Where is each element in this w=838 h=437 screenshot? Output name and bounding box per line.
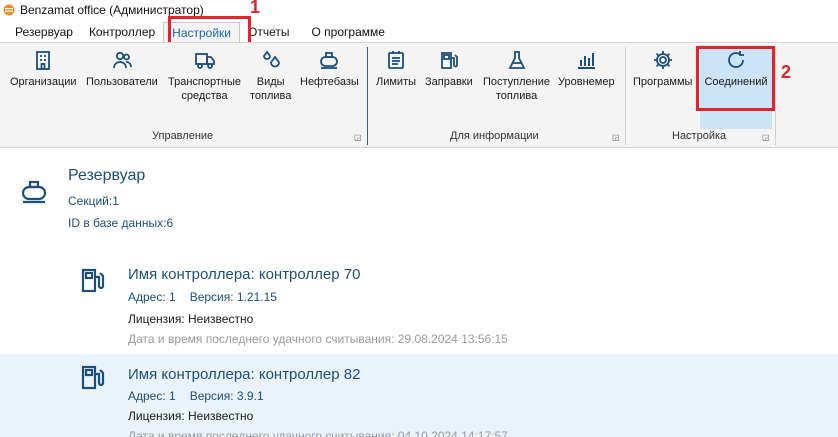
controller-license: Лицензия: Неизвестно: [128, 409, 254, 423]
flask-icon: [508, 51, 525, 69]
users-icon: [112, 51, 132, 69]
bar-chart-icon: [578, 53, 596, 69]
controller-address: Адрес: 1: [128, 290, 176, 304]
controller-address-version: Адрес: 1 Версия: 3.9.1: [128, 389, 264, 403]
group-label-setup: Настройка: [672, 130, 727, 142]
controller-license: Лицензия: Неизвестно: [128, 312, 254, 326]
fuel-pump-icon: [81, 365, 105, 390]
fuel-receipt-label: Поступление: [483, 76, 551, 88]
fuel-receipt-button[interactable]: Поступление топлива: [483, 49, 550, 103]
setup-launcher-icon[interactable]: ◲: [762, 133, 770, 142]
vehicles-label-2: средства: [181, 90, 228, 102]
gear-icon: [653, 51, 672, 69]
group-separator: [367, 47, 368, 145]
group-separator: [625, 47, 626, 145]
controller-title: Имя контроллера: контроллер 70: [128, 266, 361, 283]
limits-button[interactable]: Лимиты: [376, 49, 416, 89]
controller-item[interactable]: Имя контроллера: контроллер 82 Адрес: 1 В…: [0, 354, 838, 437]
organizations-label: Организации: [10, 76, 77, 88]
reservoir-db-id: ID в базе данных:6: [68, 216, 174, 230]
annotation-number-2: 2: [781, 62, 792, 82]
truck-icon: [194, 53, 215, 69]
vehicles-label: Транспортные: [168, 76, 241, 88]
menu-tabs: Резервуар Контроллер Настройки Отчеты О …: [0, 22, 838, 42]
tab-reservoir[interactable]: Резервуар: [7, 22, 81, 42]
controller-item[interactable]: Имя контроллера: контроллер 70 Адрес: 1 В…: [0, 257, 838, 347]
reservoir-sections: Секций:1: [68, 194, 119, 208]
fuel-drops-icon: [262, 50, 280, 68]
fuel-pump-icon: [440, 52, 458, 69]
annotation-number-1: 1: [250, 0, 261, 17]
limits-label: Лимиты: [376, 76, 417, 88]
fuel-receipt-label-2: топлива: [495, 90, 538, 102]
organizations-button[interactable]: Организации: [10, 49, 77, 89]
info-launcher-icon[interactable]: ◲: [612, 133, 620, 142]
controller-last-read: Дата и время последнего удачного считыва…: [128, 429, 508, 437]
oil-depots-label: Нефтебазы: [300, 76, 359, 88]
building-icon: [36, 51, 51, 70]
fuel-types-button[interactable]: Виды топлива: [250, 49, 291, 103]
group-label-info: Для информации: [450, 130, 539, 142]
group-separator: [775, 47, 776, 145]
fuel-pump-icon: [81, 268, 105, 293]
reservoir-tank-icon: [21, 180, 47, 204]
reservoir-title[interactable]: Резервуар: [68, 167, 145, 185]
controller-address: Адрес: 1: [128, 389, 176, 403]
users-label: Пользователи: [86, 76, 158, 88]
title-bar: Benzamat office (Администратор): [0, 0, 838, 20]
controller-title: Имя контроллера: контроллер 82: [128, 366, 361, 383]
limits-icon: [388, 51, 404, 69]
tab-controller[interactable]: Контроллер: [81, 22, 163, 42]
content-area: Резервуар Секций:1 ID в базе данных:6 Им…: [0, 149, 838, 437]
controller-last-read: Дата и время последнего удачного считыва…: [128, 332, 508, 346]
programs-label: Программы: [633, 76, 693, 88]
level-gauge-button[interactable]: Уровнемер: [558, 49, 615, 89]
refuelings-label: Заправки: [425, 76, 473, 88]
fuel-types-label: Виды: [256, 76, 285, 88]
controller-version: Версия: 1.21.15: [189, 290, 277, 304]
level-gauge-label: Уровнемер: [558, 76, 615, 88]
group-label-management: Управление: [152, 130, 214, 142]
tank-icon: [320, 52, 339, 69]
programs-button[interactable]: Программы: [633, 49, 692, 89]
window-title: Benzamat office (Администратор): [20, 3, 204, 17]
fuel-types-label-2: топлива: [250, 90, 292, 102]
refuelings-button[interactable]: Заправки: [425, 49, 473, 89]
tab-about[interactable]: О программе: [304, 22, 393, 42]
users-button[interactable]: Пользователи: [86, 49, 158, 89]
oil-depots-button[interactable]: Нефтебазы: [300, 49, 359, 89]
controller-address-version: Адрес: 1 Версия: 1.21.15: [128, 290, 277, 304]
management-launcher-icon[interactable]: ◲: [354, 133, 362, 142]
vehicles-button[interactable]: Транспортные средства: [168, 49, 241, 103]
app-logo-icon: [3, 4, 15, 16]
annotation-box-connections: [696, 46, 775, 111]
controller-version: Версия: 3.9.1: [189, 389, 264, 403]
